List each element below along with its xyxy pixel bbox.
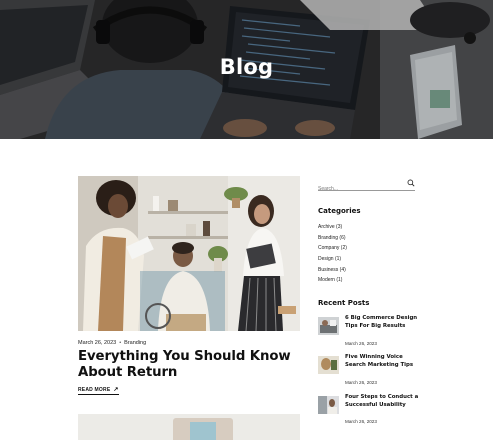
recent-post-title[interactable]: 6 Big Commerce Design Tips For Big Resul… (345, 315, 420, 330)
recent-post-title[interactable]: Four Steps to Conduct a Successful Usabi… (345, 394, 420, 409)
arrow-up-right-icon: ↗ (113, 387, 119, 393)
post-date: March 26, 2023 (78, 340, 117, 346)
recent-post-thumbnail[interactable] (318, 356, 339, 374)
post-category-link[interactable]: Branding (124, 340, 146, 346)
categories-list: Archive (3) Branding (6) Company (2) Des… (318, 222, 347, 286)
hero-banner: Blog (0, 0, 493, 139)
thumbnail-photo (318, 317, 339, 335)
categories-heading: Categories (318, 207, 361, 215)
office-meeting-photo (78, 176, 300, 331)
read-more-link[interactable]: READ MORE ↗ (78, 386, 119, 395)
second-post-photo (78, 414, 300, 440)
recent-post-title[interactable]: Five Winning Voice Search Marketing Tips (345, 354, 420, 369)
recent-post-thumbnail[interactable] (318, 317, 339, 335)
meta-separator: • (119, 340, 122, 346)
category-item-modern[interactable]: Modern (1) (318, 275, 347, 286)
page-title: Blog (219, 55, 274, 79)
search-input[interactable] (318, 183, 402, 195)
recent-post-date: March 26, 2023 (345, 341, 377, 346)
second-post-image[interactable] (78, 414, 300, 440)
thumbnail-photo (318, 356, 339, 374)
post-meta: March 26, 2023 • Branding (78, 340, 146, 346)
category-item-design[interactable]: Design (1) (318, 254, 347, 265)
post-title-link[interactable]: Everything You Should Know About Return (78, 349, 303, 380)
recent-post-date: March 26, 2023 (345, 419, 377, 424)
category-item-company[interactable]: Company (2) (318, 243, 347, 254)
category-item-business[interactable]: Business (4) (318, 265, 347, 276)
thumbnail-photo (318, 396, 339, 414)
read-more-label: READ MORE (78, 386, 111, 393)
recent-posts-heading: Recent Posts (318, 299, 370, 307)
category-item-archive[interactable]: Archive (3) (318, 222, 347, 233)
search-icon[interactable] (407, 179, 415, 187)
category-item-branding[interactable]: Branding (6) (318, 233, 347, 244)
post-featured-image[interactable] (78, 176, 300, 331)
search-box (318, 177, 415, 195)
recent-post-thumbnail[interactable] (318, 396, 339, 414)
recent-post-date: March 26, 2023 (345, 380, 377, 385)
